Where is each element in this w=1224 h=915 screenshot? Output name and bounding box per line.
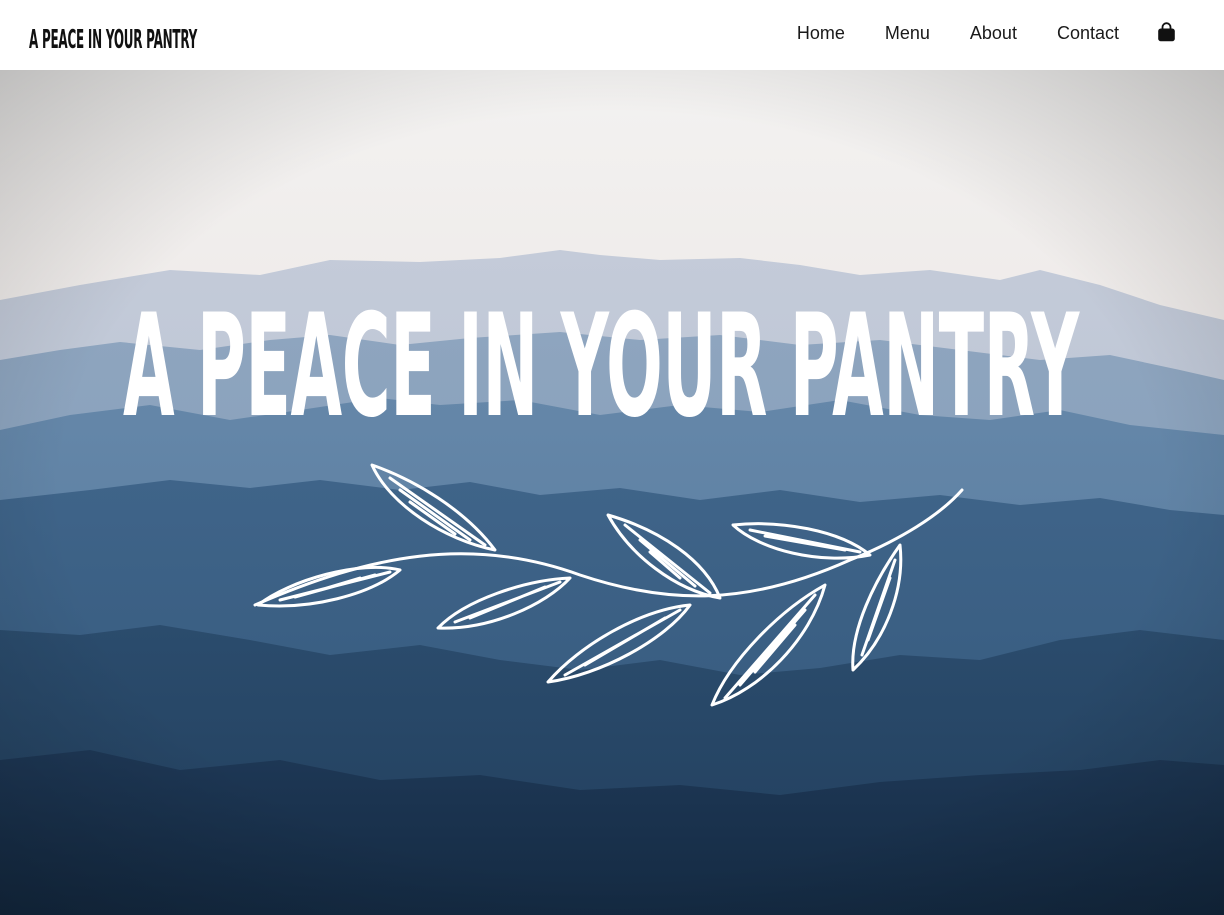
nav-about[interactable]: About (970, 22, 1017, 44)
hero-section: A PEACE IN YOUR PANTRY (0, 70, 1224, 915)
site-logo[interactable]: A PEACE IN YOUR PANTRY (29, 24, 197, 56)
shopping-bag-icon[interactable] (1157, 22, 1176, 42)
main-nav: Home Menu About Contact (797, 22, 1119, 44)
nav-contact[interactable]: Contact (1057, 22, 1119, 44)
page: A PEACE IN YOUR PANTRY Home Menu About C… (0, 0, 1224, 915)
leaf-branch-icon (253, 463, 964, 707)
hero-title: A PEACE IN YOUR PANTRY (123, 284, 1079, 449)
nav-home[interactable]: Home (797, 22, 845, 44)
site-header: A PEACE IN YOUR PANTRY Home Menu About C… (0, 0, 1224, 70)
nav-menu[interactable]: Menu (885, 22, 930, 44)
